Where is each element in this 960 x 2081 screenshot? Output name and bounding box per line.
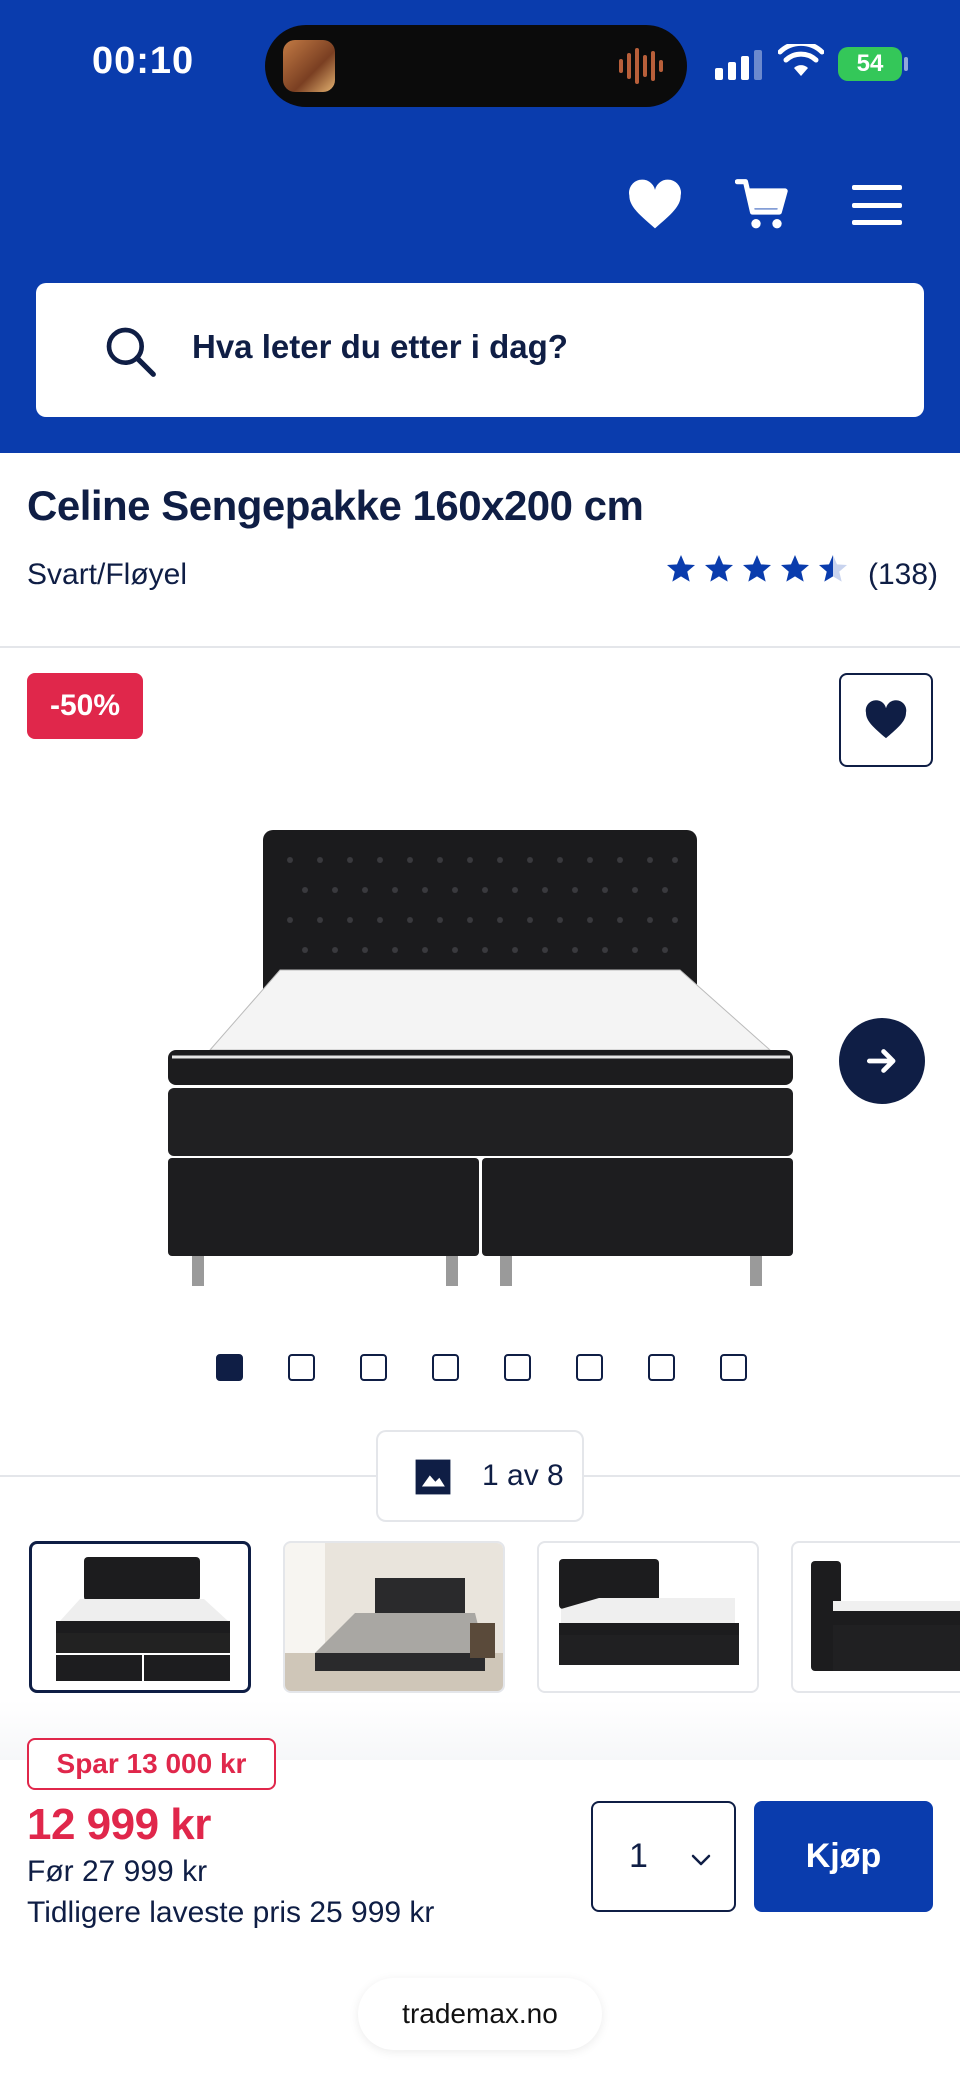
star-icon bbox=[819, 555, 847, 582]
battery-nub bbox=[904, 57, 908, 71]
savings-badge: Spar 13 000 kr bbox=[27, 1738, 276, 1790]
product-variant: Svart/Fløyel bbox=[27, 558, 188, 591]
discount-badge: -50% bbox=[27, 673, 143, 739]
gallery-dot[interactable] bbox=[504, 1354, 531, 1381]
search-icon bbox=[106, 327, 156, 377]
gallery-dot[interactable] bbox=[432, 1354, 459, 1381]
battery-indicator: 54 bbox=[838, 47, 902, 81]
menu-icon-line bbox=[852, 185, 902, 190]
thumbnail[interactable] bbox=[283, 1541, 505, 1693]
current-price: 12 999 kr bbox=[27, 1800, 211, 1849]
status-bar: 00:10 54 bbox=[0, 0, 960, 130]
status-time: 00:10 bbox=[92, 40, 195, 82]
thumbnail-image bbox=[285, 1543, 503, 1691]
arrow-right-icon bbox=[866, 1049, 896, 1073]
gallery-next-button[interactable] bbox=[839, 1018, 925, 1104]
heart-icon bbox=[865, 700, 907, 739]
rating-stars[interactable] bbox=[665, 553, 849, 585]
audio-wave-icon bbox=[619, 47, 665, 85]
image-icon bbox=[415, 1459, 451, 1495]
star-icon bbox=[667, 555, 695, 582]
gallery-dot[interactable] bbox=[648, 1354, 675, 1381]
dynamic-island bbox=[265, 25, 687, 107]
buy-button[interactable]: Kjøp bbox=[754, 1801, 933, 1912]
gallery-dot[interactable] bbox=[216, 1354, 243, 1381]
cart-icon bbox=[735, 179, 788, 229]
thumbnail-strip[interactable] bbox=[29, 1541, 960, 1693]
product-wishlist-button[interactable] bbox=[839, 673, 933, 767]
wishlist-button[interactable] bbox=[624, 175, 686, 235]
menu-icon-line bbox=[852, 220, 902, 225]
previous-price: Før 27 999 kr bbox=[27, 1855, 208, 1888]
cart-button[interactable] bbox=[733, 175, 793, 235]
site-header: 00:10 54 Hva leter du etter i dag? bbox=[0, 0, 960, 453]
search-placeholder: Hva leter du etter i dag? bbox=[192, 328, 568, 365]
gallery-dot[interactable] bbox=[576, 1354, 603, 1381]
heart-icon bbox=[629, 179, 681, 229]
thumbnail-image bbox=[559, 1559, 739, 1665]
menu-button[interactable] bbox=[850, 175, 904, 235]
browser-url-bar[interactable]: trademax.no bbox=[358, 1978, 602, 2050]
now-playing-artwork bbox=[283, 40, 335, 92]
quantity-value: 1 bbox=[629, 1837, 648, 1875]
lowest-price-note: Tidligere laveste pris 25 999 kr bbox=[27, 1896, 435, 1929]
gallery-dot[interactable] bbox=[360, 1354, 387, 1381]
gallery-pagination bbox=[216, 1354, 747, 1381]
gallery-counter-text: 1 av 8 bbox=[482, 1459, 564, 1492]
search-input[interactable]: Hva leter du etter i dag? bbox=[36, 283, 924, 417]
wifi-icon bbox=[778, 44, 824, 76]
quantity-select[interactable]: 1 bbox=[591, 1801, 736, 1912]
menu-icon-line bbox=[852, 202, 902, 208]
gallery-dot[interactable] bbox=[720, 1354, 747, 1381]
thumbnail[interactable] bbox=[791, 1541, 960, 1693]
thumbnail[interactable] bbox=[29, 1541, 251, 1693]
product-title: Celine Sengepakke 160x200 cm bbox=[27, 482, 644, 529]
thumbnail-image bbox=[56, 1557, 230, 1681]
cellular-signal-icon bbox=[715, 48, 763, 80]
browser-url: trademax.no bbox=[402, 1998, 558, 2029]
thumbnail-image bbox=[811, 1561, 960, 1671]
star-icon bbox=[705, 555, 733, 582]
gallery-counter[interactable]: 1 av 8 bbox=[376, 1430, 584, 1522]
battery-level: 54 bbox=[856, 50, 884, 77]
product-main-image[interactable] bbox=[150, 800, 810, 1300]
divider bbox=[0, 646, 960, 648]
star-icon bbox=[781, 555, 809, 582]
chevron-down-icon bbox=[691, 1854, 711, 1866]
thumbnail[interactable] bbox=[537, 1541, 759, 1693]
star-icon bbox=[743, 555, 771, 582]
review-count[interactable]: (138) bbox=[868, 558, 938, 592]
gallery-dot[interactable] bbox=[288, 1354, 315, 1381]
